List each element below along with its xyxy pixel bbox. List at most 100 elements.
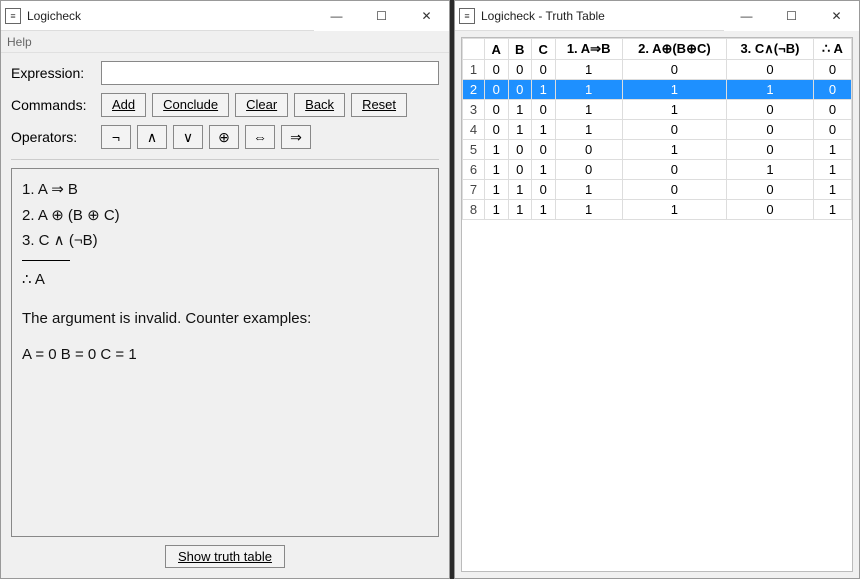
op-implies-button[interactable]: ⇒ [281, 125, 311, 149]
column-header[interactable]: C [532, 39, 556, 60]
table-row[interactable]: 71101001 [463, 180, 852, 200]
minimize-button[interactable]: — [724, 1, 769, 31]
table-header-row: ABC1. A⇒B2. A⊕(B⊕C)3. C∧(¬B)∴ A [463, 39, 852, 60]
cell: 1 [813, 140, 851, 160]
expression-input[interactable] [101, 61, 439, 85]
cell: 1 [508, 120, 532, 140]
cell: 1 [485, 180, 509, 200]
column-header[interactable]: A [485, 39, 509, 60]
minimize-button[interactable]: — [314, 1, 359, 31]
titlebar: ≡ Logicheck - Truth Table — ☐ ✕ [455, 1, 859, 31]
op-xor-button[interactable]: ⊕ [209, 125, 239, 149]
cell: 1 [813, 160, 851, 180]
output-area: 1. A ⇒ B 2. A ⊕ (B ⊕ C) 3. C ∧ (¬B) ∴ A … [11, 168, 439, 537]
column-header[interactable] [463, 39, 485, 60]
truth-table: ABC1. A⇒B2. A⊕(B⊕C)3. C∧(¬B)∴ A 10001000… [462, 38, 852, 220]
operators-row: Operators: ¬ ∧ ∨ ⊕ ⇔ ⇒ [11, 125, 439, 149]
cell: 0 [622, 60, 726, 80]
cell: 1 [508, 100, 532, 120]
conclude-button[interactable]: Conclude [152, 93, 229, 117]
table-row[interactable]: 40111000 [463, 120, 852, 140]
row-number: 3 [463, 100, 485, 120]
cell: 0 [622, 180, 726, 200]
close-button[interactable]: ✕ [404, 1, 449, 31]
premise-line: 1. A ⇒ B [22, 177, 428, 203]
cell: 0 [813, 100, 851, 120]
cell: 0 [727, 100, 814, 120]
cell: 1 [727, 80, 814, 100]
divider [11, 159, 439, 160]
commands-row: Commands: Add Conclude Clear Back Reset [11, 93, 439, 117]
titlebar: ≡ Logicheck — ☐ ✕ [1, 1, 449, 31]
op-and-button[interactable]: ∧ [137, 125, 167, 149]
row-number: 2 [463, 80, 485, 100]
verdict-line: The argument is invalid. Counter example… [22, 306, 428, 332]
cell: 1 [622, 100, 726, 120]
cell: 1 [485, 160, 509, 180]
show-truth-table-button[interactable]: Show truth table [165, 545, 285, 568]
cell: 1 [555, 60, 622, 80]
cell: 0 [485, 80, 509, 100]
app-icon: ≡ [5, 8, 21, 24]
cell: 0 [727, 140, 814, 160]
op-or-button[interactable]: ∨ [173, 125, 203, 149]
row-number: 7 [463, 180, 485, 200]
premise-line: 2. A ⊕ (B ⊕ C) [22, 203, 428, 229]
reset-button[interactable]: Reset [351, 93, 407, 117]
cell: 0 [532, 140, 556, 160]
back-button[interactable]: Back [294, 93, 345, 117]
clear-button[interactable]: Clear [235, 93, 288, 117]
op-not-button[interactable]: ¬ [101, 125, 131, 149]
expression-label: Expression: [11, 65, 101, 81]
cell: 1 [508, 180, 532, 200]
cell: 1 [813, 200, 851, 220]
cell: 0 [555, 140, 622, 160]
cell: 1 [622, 200, 726, 220]
column-header[interactable]: 2. A⊕(B⊕C) [622, 39, 726, 60]
cell: 0 [485, 60, 509, 80]
column-header[interactable]: 3. C∧(¬B) [727, 39, 814, 60]
app-icon: ≡ [459, 8, 475, 24]
cell: 1 [555, 80, 622, 100]
cell: 1 [555, 180, 622, 200]
cell: 1 [532, 120, 556, 140]
bottom-bar: Show truth table [11, 545, 439, 568]
cell: 1 [555, 100, 622, 120]
column-header[interactable]: 1. A⇒B [555, 39, 622, 60]
cell: 0 [813, 80, 851, 100]
main-content: Expression: Commands: Add Conclude Clear… [1, 53, 449, 578]
maximize-button[interactable]: ☐ [359, 1, 404, 31]
column-header[interactable]: B [508, 39, 532, 60]
cell: 0 [485, 120, 509, 140]
cell: 0 [508, 160, 532, 180]
cell: 1 [727, 160, 814, 180]
close-button[interactable]: ✕ [814, 1, 859, 31]
table-row[interactable]: 10001000 [463, 60, 852, 80]
cell: 1 [508, 200, 532, 220]
menu-help[interactable]: Help [7, 35, 32, 49]
add-button[interactable]: Add [101, 93, 146, 117]
row-number: 4 [463, 120, 485, 140]
table-row[interactable]: 51000101 [463, 140, 852, 160]
table-row[interactable]: 61010011 [463, 160, 852, 180]
cell: 0 [813, 120, 851, 140]
table-row[interactable]: 30101100 [463, 100, 852, 120]
window-controls: — ☐ ✕ [314, 1, 449, 31]
row-number: 1 [463, 60, 485, 80]
cell: 0 [727, 200, 814, 220]
cell: 1 [813, 180, 851, 200]
premise-line: 3. C ∧ (¬B) [22, 228, 428, 254]
cell: 0 [727, 120, 814, 140]
column-header[interactable]: ∴ A [813, 39, 851, 60]
conclusion-divider [22, 260, 70, 261]
cell: 1 [532, 80, 556, 100]
cell: 0 [508, 140, 532, 160]
logicheck-main-window: ≡ Logicheck — ☐ ✕ Help Expression: Comma… [0, 0, 450, 579]
op-iff-button[interactable]: ⇔ [245, 125, 275, 149]
cell: 1 [485, 140, 509, 160]
table-row[interactable]: 20011110 [463, 80, 852, 100]
table-row[interactable]: 81111101 [463, 200, 852, 220]
commands-label: Commands: [11, 97, 101, 113]
cell: 1 [555, 200, 622, 220]
maximize-button[interactable]: ☐ [769, 1, 814, 31]
